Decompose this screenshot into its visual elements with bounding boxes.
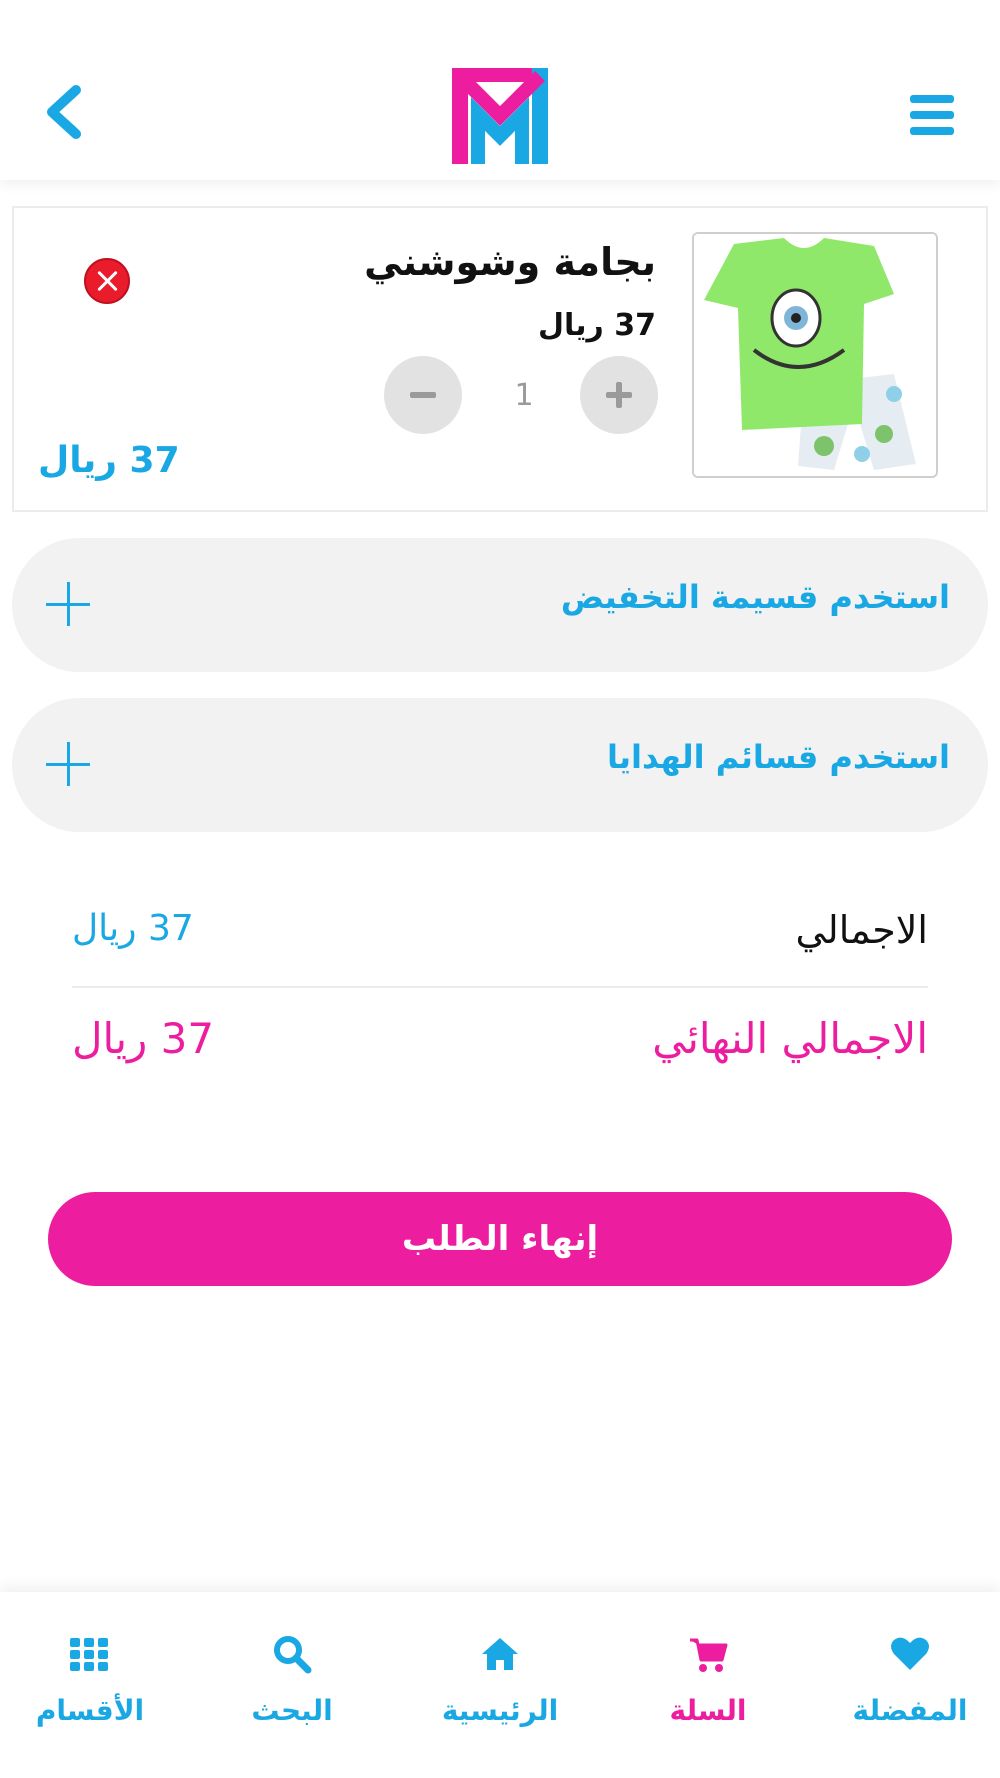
hamburger-icon	[910, 95, 954, 103]
nav-cart[interactable]: السلة	[608, 1592, 808, 1778]
final-total-row: الاجمالي النهائي 37 ريال	[72, 1014, 928, 1094]
subtotal-value: 37 ريال	[72, 908, 194, 949]
subtotal-label: الاجمالي	[795, 908, 928, 952]
home-icon	[482, 1638, 518, 1670]
final-total-value: 37 ريال	[72, 1014, 215, 1063]
subtotal-row: الاجمالي 37 ريال	[72, 908, 928, 988]
search-icon	[274, 1636, 312, 1674]
plus-icon[interactable]	[46, 582, 90, 626]
nav-favorites-label: المفضلة	[852, 1694, 968, 1727]
cart-item-card: بجامة وشوشني 37 ريال 1 37 ريال	[12, 206, 988, 512]
grid-icon	[70, 1638, 108, 1671]
nav-categories[interactable]: الأقسام	[0, 1592, 190, 1778]
app-header	[0, 0, 1000, 180]
quantity-value: 1	[514, 378, 534, 413]
item-line-total: 37 ريال	[38, 440, 180, 481]
nav-favorites[interactable]: المفضلة	[810, 1592, 1000, 1778]
plus-icon[interactable]	[46, 742, 90, 786]
pajama-product-image	[694, 234, 936, 476]
discount-coupon-accordion[interactable]: استخدم قسيمة التخفيض	[12, 538, 988, 672]
nav-search-label: البحث	[251, 1694, 333, 1727]
discount-coupon-title: استخدم قسيمة التخفيض	[560, 578, 950, 616]
nav-search[interactable]: البحث	[192, 1592, 392, 1778]
nav-categories-label: الأقسام	[35, 1694, 145, 1727]
cart-icon	[690, 1638, 728, 1672]
nav-home[interactable]: الرئيسية	[400, 1592, 600, 1778]
nav-home-label: الرئيسية	[441, 1694, 559, 1727]
brand-logo[interactable]	[450, 66, 550, 166]
remove-item-button[interactable]	[84, 258, 130, 304]
product-image[interactable]	[692, 232, 938, 478]
product-price: 37 ريال	[537, 308, 656, 343]
quantity-decrease-button[interactable]	[384, 356, 462, 434]
final-total-label: الاجمالي النهائي	[652, 1014, 928, 1063]
checkout-button[interactable]: إنهاء الطلب	[48, 1192, 952, 1286]
bottom-navigation: المفضلة السلة الرئيسية البحث الأقسام	[0, 1592, 1000, 1778]
back-button[interactable]	[40, 82, 90, 142]
quantity-increase-button[interactable]	[580, 356, 658, 434]
menu-button[interactable]	[910, 95, 954, 135]
product-name[interactable]: بجامة وشوشني	[364, 240, 656, 284]
chevron-left-icon	[47, 85, 81, 139]
nav-cart-label: السلة	[669, 1694, 747, 1727]
gift-coupon-accordion[interactable]: استخدم قسائم الهدايا	[12, 698, 988, 832]
gift-coupon-title: استخدم قسائم الهدايا	[606, 738, 950, 776]
heart-icon	[891, 1637, 929, 1670]
